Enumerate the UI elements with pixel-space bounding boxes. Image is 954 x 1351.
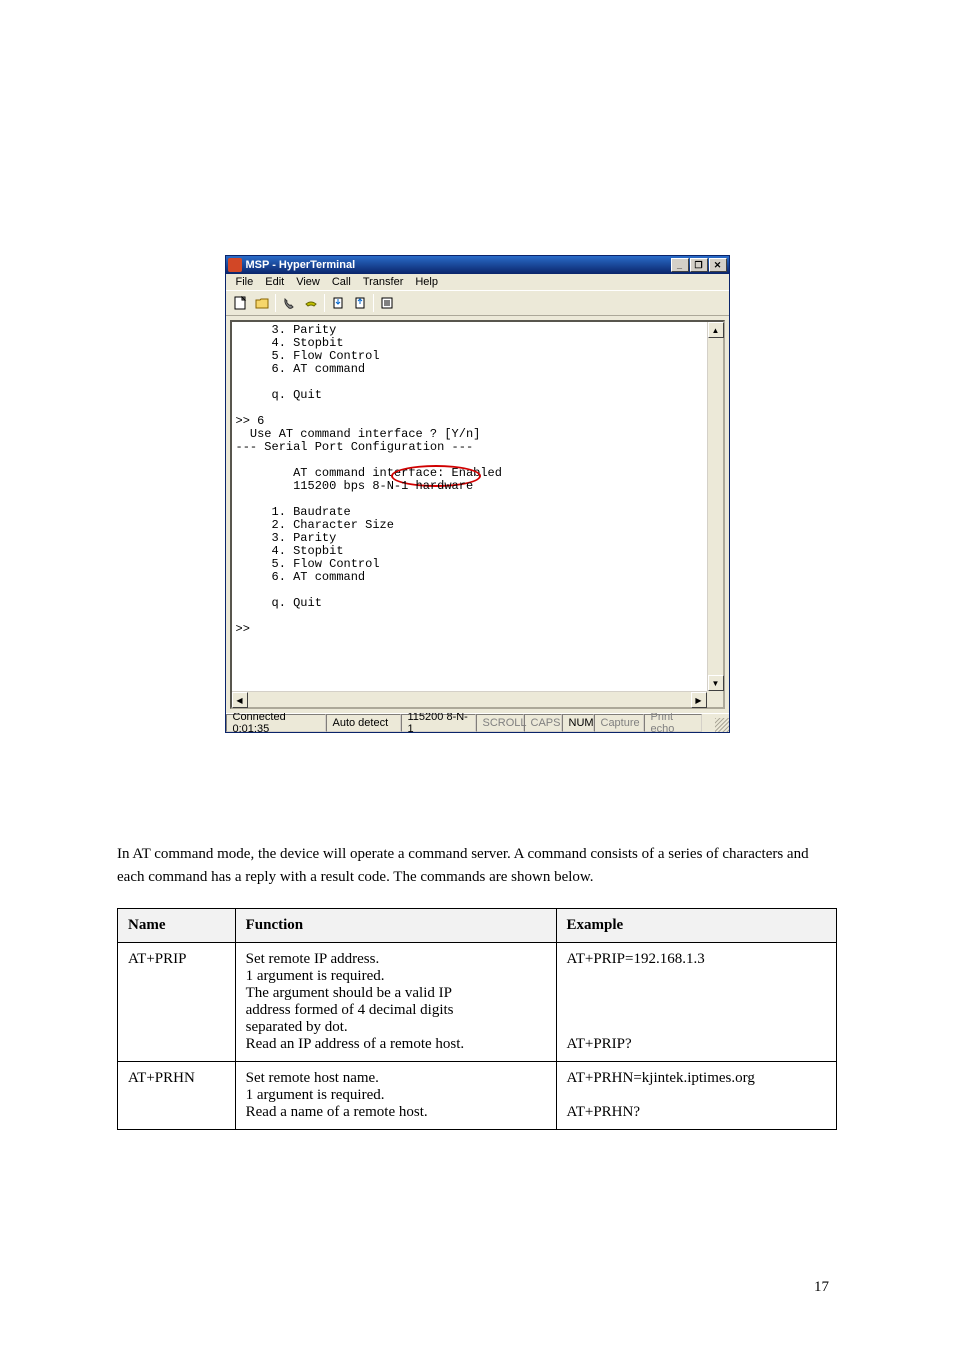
col-header-name: Name bbox=[118, 909, 236, 943]
horizontal-scrollbar[interactable]: ◀ ▶ bbox=[232, 691, 707, 707]
status-scroll: SCROLL bbox=[476, 714, 524, 732]
status-baud: 115200 8-N-1 bbox=[401, 714, 476, 732]
status-echo: Print echo bbox=[644, 714, 702, 732]
menu-bar: File Edit View Call Transfer Help bbox=[226, 274, 729, 290]
receive-file-icon[interactable] bbox=[349, 293, 371, 313]
scroll-down-button[interactable]: ▼ bbox=[708, 675, 724, 691]
phone-hangup-icon[interactable] bbox=[300, 293, 322, 313]
terminal-line bbox=[236, 610, 719, 623]
menu-transfer[interactable]: Transfer bbox=[357, 275, 410, 289]
terminal-line: --- Serial Port Configuration --- bbox=[236, 441, 719, 454]
new-file-icon[interactable] bbox=[229, 293, 251, 313]
scroll-left-button[interactable]: ◀ bbox=[232, 692, 248, 708]
terminal-line bbox=[236, 402, 719, 415]
window-titlebar: MSP - HyperTerminal _ ❐ ✕ bbox=[226, 256, 729, 274]
status-capture: Capture bbox=[594, 714, 644, 732]
page-number: 17 bbox=[814, 1279, 829, 1296]
terminal-line: 6. AT command bbox=[236, 571, 719, 584]
properties-icon[interactable] bbox=[376, 293, 398, 313]
table-row: AT+PRHNSet remote host name.1 argument i… bbox=[118, 1062, 837, 1130]
phone-call-icon[interactable] bbox=[278, 293, 300, 313]
terminal-line: >> bbox=[236, 623, 719, 636]
table-row: AT+PRIPSet remote IP address.1 argument … bbox=[118, 943, 837, 1062]
menu-edit[interactable]: Edit bbox=[259, 275, 290, 289]
terminal-line: 6. AT command bbox=[236, 363, 719, 376]
scroll-corner bbox=[707, 691, 723, 707]
window-title: MSP - HyperTerminal bbox=[246, 259, 671, 271]
toolbar bbox=[226, 290, 729, 316]
minimize-button[interactable]: _ bbox=[671, 258, 689, 272]
menu-view[interactable]: View bbox=[290, 275, 326, 289]
status-caps: CAPS bbox=[524, 714, 562, 732]
vertical-scrollbar[interactable]: ▲ ▼ bbox=[707, 322, 723, 691]
scroll-up-button[interactable]: ▲ bbox=[708, 322, 724, 338]
status-bar: Connected 0:01:35 Auto detect 115200 8-N… bbox=[226, 713, 729, 732]
status-connected: Connected 0:01:35 bbox=[226, 714, 326, 732]
status-autodetect: Auto detect bbox=[326, 714, 401, 732]
cell-example: AT+PRIP=192.168.1.3 AT+PRIP? bbox=[556, 943, 836, 1062]
cell-example: AT+PRHN=kjintek.iptimes.org AT+PRHN? bbox=[556, 1062, 836, 1130]
menu-call[interactable]: Call bbox=[326, 275, 357, 289]
cell-name: AT+PRHN bbox=[118, 1062, 236, 1130]
col-header-function: Function bbox=[235, 909, 556, 943]
hyperterminal-window: MSP - HyperTerminal _ ❐ ✕ File Edit View… bbox=[225, 255, 730, 733]
terminal-container: 3. Parity 4. Stopbit 5. Flow Control 6. … bbox=[226, 316, 729, 713]
menu-file[interactable]: File bbox=[230, 275, 260, 289]
resize-grip[interactable] bbox=[711, 714, 729, 732]
terminal-line: 115200 bps 8-N-1 hardware bbox=[236, 480, 719, 493]
close-button[interactable]: ✕ bbox=[709, 258, 727, 272]
menu-help[interactable]: Help bbox=[409, 275, 444, 289]
cell-name: AT+PRIP bbox=[118, 943, 236, 1062]
at-command-table: Name Function Example AT+PRIPSet remote … bbox=[117, 908, 837, 1130]
app-icon bbox=[228, 258, 242, 272]
cell-function: Set remote host name.1 argument is requi… bbox=[235, 1062, 556, 1130]
send-file-icon[interactable] bbox=[327, 293, 349, 313]
intro-paragraph: In AT command mode, the device will oper… bbox=[117, 843, 837, 888]
status-num: NUM bbox=[562, 714, 594, 732]
scroll-right-button[interactable]: ▶ bbox=[691, 692, 707, 708]
col-header-example: Example bbox=[556, 909, 836, 943]
cell-function: Set remote IP address.1 argument is requ… bbox=[235, 943, 556, 1062]
restore-button[interactable]: ❐ bbox=[690, 258, 708, 272]
open-file-icon[interactable] bbox=[251, 293, 273, 313]
terminal-output[interactable]: 3. Parity 4. Stopbit 5. Flow Control 6. … bbox=[232, 322, 723, 707]
terminal-line: q. Quit bbox=[236, 389, 719, 402]
terminal-line: q. Quit bbox=[236, 597, 719, 610]
